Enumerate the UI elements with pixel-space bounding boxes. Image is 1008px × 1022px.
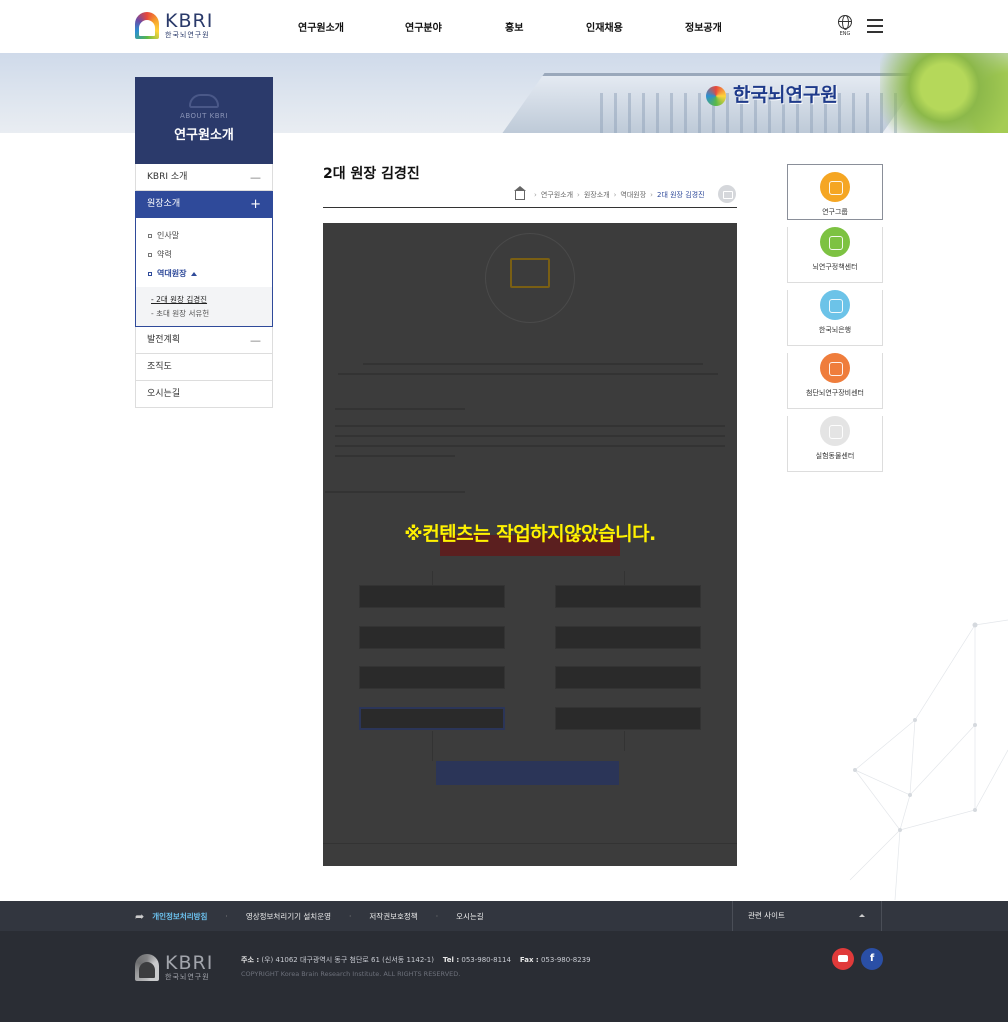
lnb-item-directions[interactable]: 오시는길 <box>135 381 273 408</box>
lnb-item-label: 조직도 <box>147 362 172 372</box>
chevron-right-icon: › <box>613 191 617 199</box>
mouse-icon <box>820 416 850 446</box>
lnb-item-label: KBRI 소개 <box>147 172 188 182</box>
footer-logo-ko: 한국뇌연구원 <box>165 973 210 981</box>
youtube-icon[interactable] <box>832 948 854 970</box>
tree-image <box>880 53 1008 133</box>
footer-logo: KBRI 한국뇌연구원 <box>135 954 213 981</box>
quick-menu: 연구그룹 뇌연구정책센터 한국뇌은행 첨단뇌연구장비센터 실험동물센터 <box>787 164 883 472</box>
collapse-icon: — <box>250 334 261 347</box>
brain-icon <box>820 290 850 320</box>
quick-item-label: 실험동물센터 <box>815 452 855 460</box>
lnb-item-plan[interactable]: 발전계획 — <box>135 327 273 354</box>
chart-monitor-icon <box>510 258 550 288</box>
lnb-submenu: 인사말 약력 역대원장 - 2대 원장 김경진 - 초대 원장 서유헌 <box>135 218 273 327</box>
page-root: KBRI 한국뇌연구원 연구원소개 연구분야 홍보 인재채용 정보공개 ENG … <box>0 0 1008 1022</box>
lnb-item-label: 원장소개 <box>147 199 181 209</box>
site-logo[interactable]: KBRI 한국뇌연구원 <box>135 12 213 39</box>
gnb-item-about[interactable]: 연구원소개 <box>298 19 344 34</box>
building-sign: 한국뇌연구원 <box>733 84 838 106</box>
breadcrumb-current: 2대 원장 김경진 <box>656 191 705 199</box>
collapse-icon: — <box>250 171 261 184</box>
lnb-sub-item-profile[interactable]: 약력 <box>136 245 272 264</box>
breadcrumb-item[interactable]: 연구원소개 <box>541 190 573 200</box>
logo-text-ko: 한국뇌연구원 <box>165 31 210 39</box>
breadcrumb-item[interactable]: 역대원장 <box>620 190 646 200</box>
logo-emblem-icon <box>135 12 159 39</box>
footer-info: KBRI 한국뇌연구원 주소 : (우) 41062 대구광역시 동구 첨단로 … <box>0 931 1008 1022</box>
lnb-sub-item-greeting[interactable]: 인사말 <box>136 226 272 245</box>
footer-copyright: COPYRIGHT Korea Brain Research Institute… <box>241 970 461 978</box>
footer-link-privacy[interactable]: 개인정보처리방침 <box>152 911 207 922</box>
logo-text-en: KBRI <box>165 10 214 32</box>
lnb-item-label: 오시는길 <box>147 389 181 399</box>
footer-links: ➦ 개인정보처리방침 · 영상정보처리기기 설치운영 · 저작권보호정책 · 오… <box>135 909 484 923</box>
globe-icon[interactable] <box>838 15 852 30</box>
share-arrow-icon: ➦ <box>135 909 145 923</box>
quick-item-label: 첨단뇌연구장비센터 <box>806 389 864 397</box>
home-icon[interactable] <box>514 185 526 200</box>
title-divider <box>323 207 737 208</box>
lnb-header: ABOUT KBRI 연구원소개 <box>135 77 273 164</box>
related-sites-label: 관련 사이트 <box>748 911 785 920</box>
site-header: KBRI 한국뇌연구원 연구원소개 연구분야 홍보 인재채용 정보공개 ENG <box>0 0 1008 53</box>
chevron-right-icon: › <box>534 191 537 199</box>
people-icon <box>820 172 850 202</box>
facebook-icon[interactable]: f <box>861 948 883 970</box>
footer-top-bar: ➦ 개인정보처리방침 · 영상정보처리기기 설치운영 · 저작권보호정책 · 오… <box>0 901 1008 931</box>
footer-link-cctv[interactable]: 영상정보처리기기 설치운영 <box>246 911 331 922</box>
footer-logo-en: KBRI <box>165 952 214 974</box>
gnb-item-pr[interactable]: 홍보 <box>505 19 523 34</box>
logo-emblem-icon <box>135 954 159 981</box>
lnb-item-label: 발전계획 <box>147 335 181 345</box>
footer-address: 주소 : (우) 41062 대구광역시 동구 첨단로 61 (신서동 1142… <box>241 956 591 964</box>
quick-item-brain-bank[interactable]: 한국뇌은행 <box>787 290 883 346</box>
gnb-item-research[interactable]: 연구분야 <box>405 19 442 34</box>
language-english-link[interactable]: ENG <box>838 31 852 37</box>
lnb-depth3-list: - 2대 원장 김경진 - 초대 원장 서유헌 <box>136 287 272 326</box>
page-title: 2대 원장 김경진 <box>323 166 420 182</box>
lnb-item-director[interactable]: 원장소개 + <box>135 191 273 218</box>
gnb-item-disclosure[interactable]: 정보공개 <box>685 19 722 34</box>
content-notice: ※컨텐츠는 작업하지않았습니다. <box>404 523 656 545</box>
chevron-right-icon: › <box>650 191 653 199</box>
quick-item-label: 뇌연구정책센터 <box>812 263 858 271</box>
local-nav: KBRI 소개 — 원장소개 + 인사말 약력 역대원장 - 2대 원장 김경진… <box>135 164 273 408</box>
microscope-icon <box>820 353 850 383</box>
quick-item-equipment-center[interactable]: 첨단뇌연구장비센터 <box>787 353 883 409</box>
tablet-icon <box>820 227 850 257</box>
caret-up-icon <box>859 914 865 917</box>
chevron-right-icon: › <box>577 191 580 199</box>
lnb-about-label: ABOUT KBRI <box>180 112 228 120</box>
quick-item-label: 한국뇌은행 <box>818 326 852 334</box>
lnb-sub-item-past-directors[interactable]: 역대원장 <box>136 264 272 283</box>
related-sites-select[interactable]: 관련 사이트 <box>732 901 882 931</box>
lnb-depth3-item-1st-director[interactable]: - 초대 원장 서유헌 <box>151 307 272 321</box>
content-placeholder: ※컨텐츠는 작업하지않았습니다. <box>323 223 737 866</box>
quick-item-animal-center[interactable]: 실험동물센터 <box>787 416 883 472</box>
print-icon[interactable] <box>718 185 736 203</box>
quick-item-label: 연구그룹 <box>822 208 848 216</box>
lnb-item-kbri-intro[interactable]: KBRI 소개 — <box>135 164 273 191</box>
building-logo-icon <box>706 86 726 106</box>
menu-hamburger-icon[interactable] <box>867 19 883 37</box>
quick-item-policy-center[interactable]: 뇌연구정책센터 <box>787 227 883 283</box>
footer-link-directions[interactable]: 오시는길 <box>456 911 484 922</box>
gnb-item-recruit[interactable]: 인재채용 <box>586 19 623 34</box>
expand-icon: + <box>250 197 261 212</box>
lnb-item-organization[interactable]: 조직도 <box>135 354 273 381</box>
lnb-depth3-item-2nd-director[interactable]: - 2대 원장 김경진 <box>151 293 272 307</box>
quick-item-research-group[interactable]: 연구그룹 <box>787 164 883 220</box>
breadcrumb: › 연구원소개 › 원장소개 › 역대원장 › 2대 원장 김경진 <box>514 185 705 202</box>
breadcrumb-item[interactable]: 원장소개 <box>584 190 610 200</box>
lnb-title: 연구원소개 <box>174 128 234 143</box>
caret-up-icon <box>191 271 198 276</box>
brain-icon <box>189 94 219 108</box>
footer-link-copyright[interactable]: 저작권보호정책 <box>369 911 417 922</box>
network-decoration <box>849 619 1008 900</box>
